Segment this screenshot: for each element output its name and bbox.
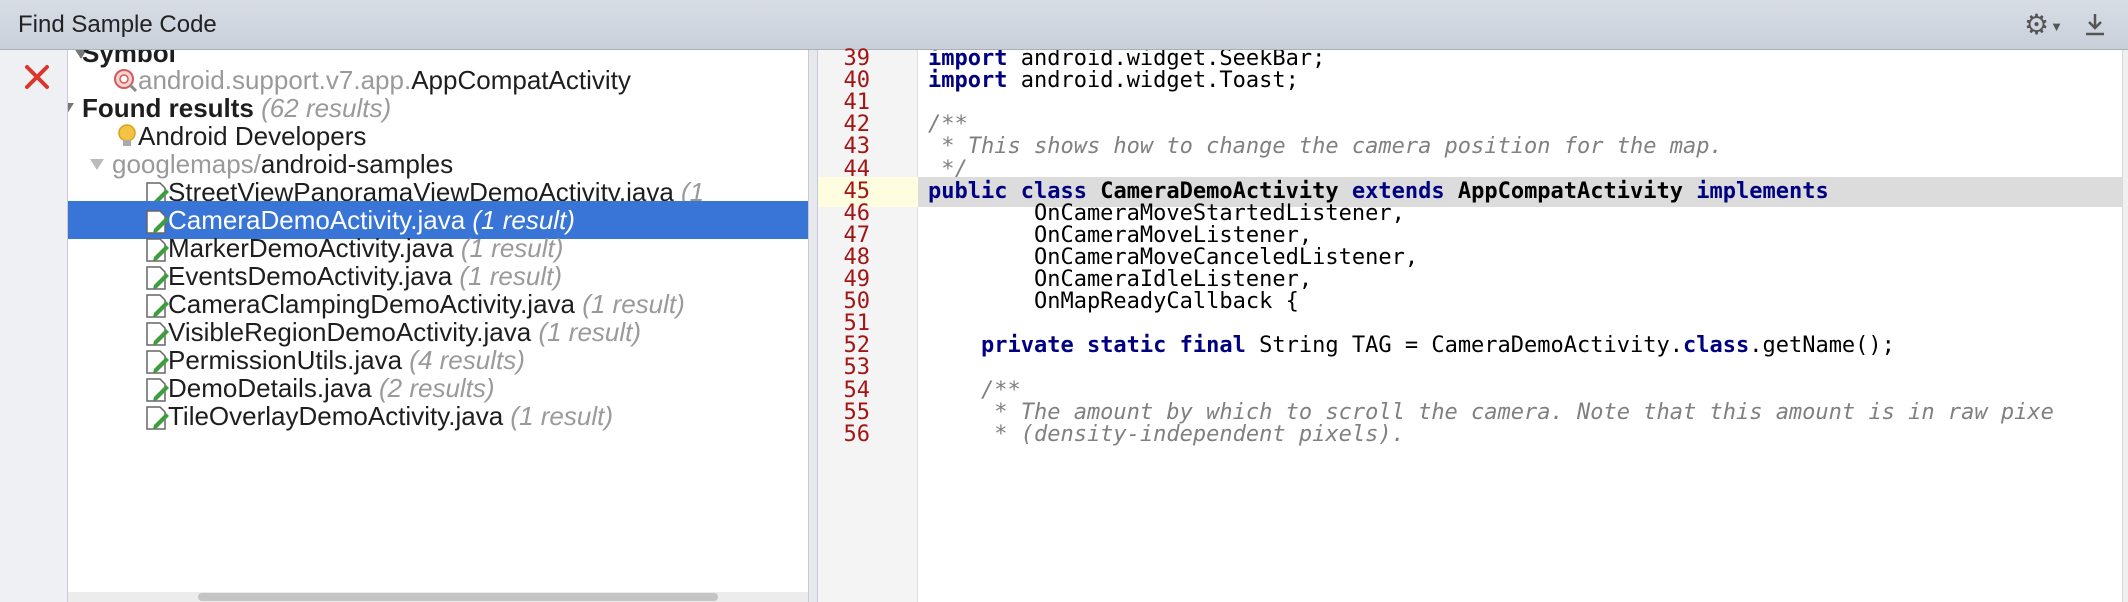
file-item[interactable]: TileOverlayDemoActivity.java (1 result) xyxy=(68,397,808,435)
code-token: OnMapReadyCallback { xyxy=(928,289,1299,315)
line-number: 56 xyxy=(843,421,871,447)
chevron-down-icon[interactable] xyxy=(88,155,106,173)
file-result-count: (1 result) xyxy=(510,401,613,431)
code-token: implements xyxy=(1683,178,1829,204)
code-token: android.widget.Toast; xyxy=(1007,68,1299,94)
toolbar-left xyxy=(0,50,68,602)
file-name: TileOverlayDemoActivity.java xyxy=(168,401,511,431)
window-title: Find Sample Code xyxy=(18,11,217,38)
code-line: import android.widget.Toast; xyxy=(928,66,1299,96)
code-token: private static final xyxy=(980,333,1246,359)
vertical-scrollbar[interactable] xyxy=(2122,50,2128,602)
results-tree: Symbol android.support.v7.app.AppCompatA… xyxy=(68,50,808,592)
chevron-down-icon[interactable] xyxy=(68,99,76,117)
code-token: AppCompatActivity xyxy=(1444,178,1684,204)
java-file-icon xyxy=(144,403,170,430)
pane-splitter[interactable] xyxy=(808,50,818,602)
scrollbar-thumb[interactable] xyxy=(198,593,718,601)
gear-icon[interactable]: ⚙▼ xyxy=(2024,10,2066,40)
code-token: * This shows how to change the camera po… xyxy=(928,134,1723,160)
code-token: * (density-independent pixels). xyxy=(928,421,1405,447)
tool-window-title-bar: Find Sample Code ⚙▼ xyxy=(0,0,2128,50)
close-icon[interactable] xyxy=(22,62,52,92)
code-token: import xyxy=(928,68,1008,94)
code-token: class xyxy=(1682,333,1750,359)
chevron-down-icon: ▼ xyxy=(2050,18,2063,34)
code-line: * This shows how to change the camera po… xyxy=(928,132,1723,162)
horizontal-scrollbar[interactable] xyxy=(68,592,808,602)
line-number-gutter: 39 40 41 42 43 44 45 46 47 48 49 50 51 52 53 54 55 56 xyxy=(818,46,918,602)
code-token: .getName(); xyxy=(1749,333,1895,359)
download-pin-icon[interactable] xyxy=(2080,10,2110,40)
code-line: OnMapReadyCallback { xyxy=(928,287,1299,317)
code-line: private static final String TAG = Camera… xyxy=(928,331,1895,361)
code-line: * (density-independent pixels). xyxy=(928,420,1405,450)
code-token: String TAG = CameraDemoActivity. xyxy=(1245,333,1683,359)
code-preview[interactable]: import android.widget.SeekBar; import and… xyxy=(918,50,2122,602)
